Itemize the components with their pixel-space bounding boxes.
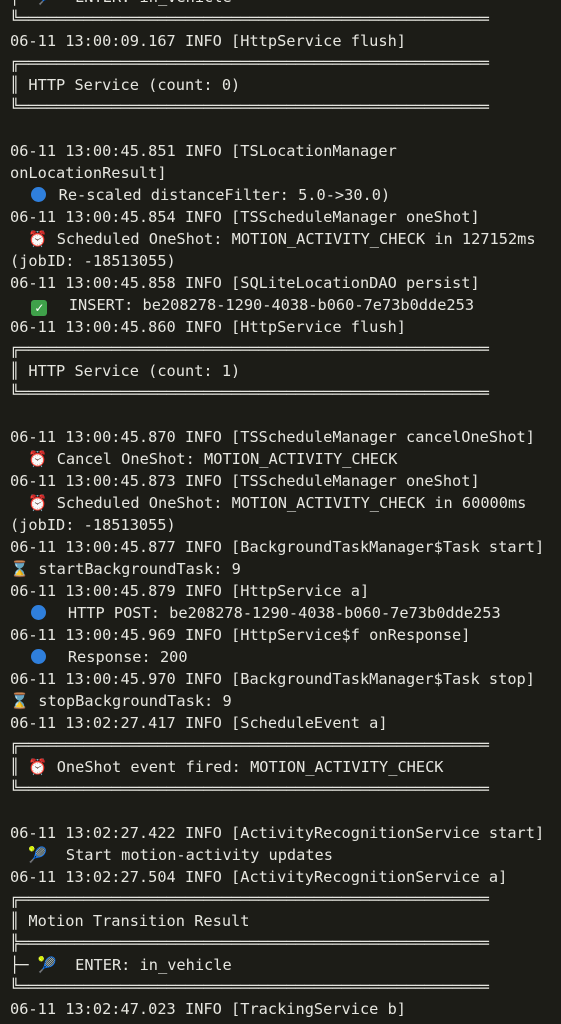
- tennis-racket-icon: 🎾: [37, 956, 57, 974]
- log-line: 06-11 13:00:45.970 INFO [BackgroundTaskM…: [10, 670, 535, 688]
- log-detail-line: HTTP POST: be208278-1290-4038-b060-7e73b…: [0, 602, 561, 624]
- log-detail-line: ⏰ Cancel OneShot: MOTION_ACTIVITY_CHECK: [0, 448, 561, 470]
- log-line: 06-11 13:00:45.873 INFO [TSScheduleManag…: [10, 472, 480, 490]
- log-box-title: ║ HTTP Service (count: 0): [10, 76, 241, 94]
- box-top-border: ╔═══════════════════════════════════════…: [10, 340, 489, 358]
- box-top-border: ╔═══════════════════════════════════════…: [10, 736, 489, 754]
- box-bottom-border: ╚═══════════════════════════════════════…: [10, 780, 489, 798]
- log-line: 06-11 13:00:45.870 INFO [TSScheduleManag…: [10, 428, 535, 446]
- log-line: 06-11 13:02:27.422 INFO [ActivityRecogni…: [10, 824, 545, 842]
- log-line: 06-11 13:00:09.167 INFO [HttpService flu…: [10, 32, 407, 50]
- alarm-clock-icon: ⏰: [28, 758, 48, 776]
- log-detail-text: Cancel OneShot: MOTION_ACTIVITY_CHECK: [56, 450, 398, 468]
- log-line: (jobID: -18513055): [10, 252, 176, 270]
- alarm-clock-icon: ⏰: [28, 230, 48, 248]
- blue-circle-icon: [31, 649, 47, 664]
- log-detail-text: Scheduled OneShot: MOTION_ACTIVITY_CHECK…: [56, 494, 527, 512]
- log-line: 06-11 13:00:45.851 INFO [TSLocationManag…: [10, 142, 397, 160]
- log-detail-text: Start motion-activity updates: [65, 846, 333, 864]
- log-line: 06-11 13:00:45.879 INFO [HttpService a]: [10, 582, 370, 600]
- box-bottom-border: ╚═══════════════════════════════════════…: [10, 978, 489, 996]
- log-line: 06-11 13:00:45.854 INFO [TSScheduleManag…: [10, 208, 480, 226]
- log-detail-line: ⏰ Scheduled OneShot: MOTION_ACTIVITY_CHE…: [0, 492, 561, 514]
- log-detail-line: ├─ 🎾 ENTER: in_vehicle: [10, 956, 232, 974]
- log-line: 06-11 13:02:27.417 INFO [ScheduleEvent a…: [10, 714, 388, 732]
- log-detail-text: startBackgroundTask: 9: [38, 560, 241, 578]
- log-line: 06-11 13:00:45.969 INFO [HttpService$f o…: [10, 626, 471, 644]
- hourglass-icon: ⌛: [10, 560, 30, 578]
- log-box-title: ║ Motion Transition Result: [10, 912, 250, 930]
- log-detail-line: ✓ INSERT: be208278-1290-4038-b060-7e73b0…: [0, 294, 561, 316]
- log-detail-text: stopBackgroundTask: 9: [38, 692, 232, 710]
- log-detail-line: Re-scaled distanceFilter: 5.0->30.0): [0, 184, 561, 206]
- log-line: 06-11 13:00:45.860 INFO [HttpService flu…: [10, 318, 407, 336]
- log-line: 06-11 13:02:27.504 INFO [ActivityRecogni…: [10, 868, 508, 886]
- log-line: onLocationResult]: [10, 164, 167, 182]
- log-output: ├─ 🎾 ENTER: in_vehicle ╚════════════════…: [0, 0, 561, 1020]
- tennis-racket-icon: 🎾: [28, 846, 48, 864]
- log-detail-text: HTTP POST: be208278-1290-4038-b060-7e73b…: [67, 604, 501, 622]
- box-bottom-border: ╚═══════════════════════════════════════…: [10, 98, 489, 116]
- log-spacer: [0, 404, 561, 426]
- box-top-border: ╔═══════════════════════════════════════…: [10, 54, 489, 72]
- log-detail-text: OneShot event fired: MOTION_ACTIVITY_CHE…: [56, 758, 444, 776]
- blue-circle-icon: [31, 605, 47, 620]
- log-spacer: [0, 118, 561, 140]
- log-detail-text: Response: 200: [67, 648, 188, 666]
- box-bottom-border: ╚═══════════════════════════════════════…: [10, 10, 489, 28]
- log-line: ├─ 🎾 ENTER: in_vehicle: [0, 0, 561, 8]
- box-top-border: ╔═══════════════════════════════════════…: [10, 890, 489, 908]
- check-mark-icon: ✓: [31, 300, 48, 316]
- log-detail-line: Response: 200: [0, 646, 561, 668]
- alarm-clock-icon: ⏰: [28, 494, 48, 512]
- log-detail-line: ⌛ startBackgroundTask: 9: [0, 558, 561, 580]
- log-spacer: [0, 800, 561, 822]
- alarm-clock-icon: ⏰: [28, 450, 48, 468]
- log-detail-text: ENTER: in_vehicle: [75, 956, 232, 974]
- log-detail-text: INSERT: be208278-1290-4038-b060-7e73b0dd…: [68, 296, 475, 314]
- log-detail-line: ⌛ stopBackgroundTask: 9: [0, 690, 561, 712]
- log-box-title: ║ ⏰ OneShot event fired: MOTION_ACTIVITY…: [10, 758, 444, 776]
- log-detail-line: 🎾 Start motion-activity updates: [0, 844, 561, 866]
- log-box-title: ║ HTTP Service (count: 1): [10, 362, 241, 380]
- log-line: (jobID: -18513055): [10, 516, 176, 534]
- box-bottom-border: ╚═══════════════════════════════════════…: [10, 384, 489, 402]
- log-line: 06-11 13:00:45.877 INFO [BackgroundTaskM…: [10, 538, 545, 556]
- log-line: 06-11 13:00:45.858 INFO [SQLiteLocationD…: [10, 274, 480, 292]
- log-detail-text: Scheduled OneShot: MOTION_ACTIVITY_CHECK…: [56, 230, 536, 248]
- log-detail-line: ⏰ Scheduled OneShot: MOTION_ACTIVITY_CHE…: [0, 228, 561, 250]
- box-divider: ╠═══════════════════════════════════════…: [10, 934, 489, 952]
- blue-circle-icon: [31, 187, 47, 202]
- log-line: 06-11 13:02:47.023 INFO [TrackingService…: [10, 1000, 407, 1018]
- log-detail-text: Re-scaled distanceFilter: 5.0->30.0): [58, 186, 391, 204]
- hourglass-icon: ⌛: [10, 692, 30, 710]
